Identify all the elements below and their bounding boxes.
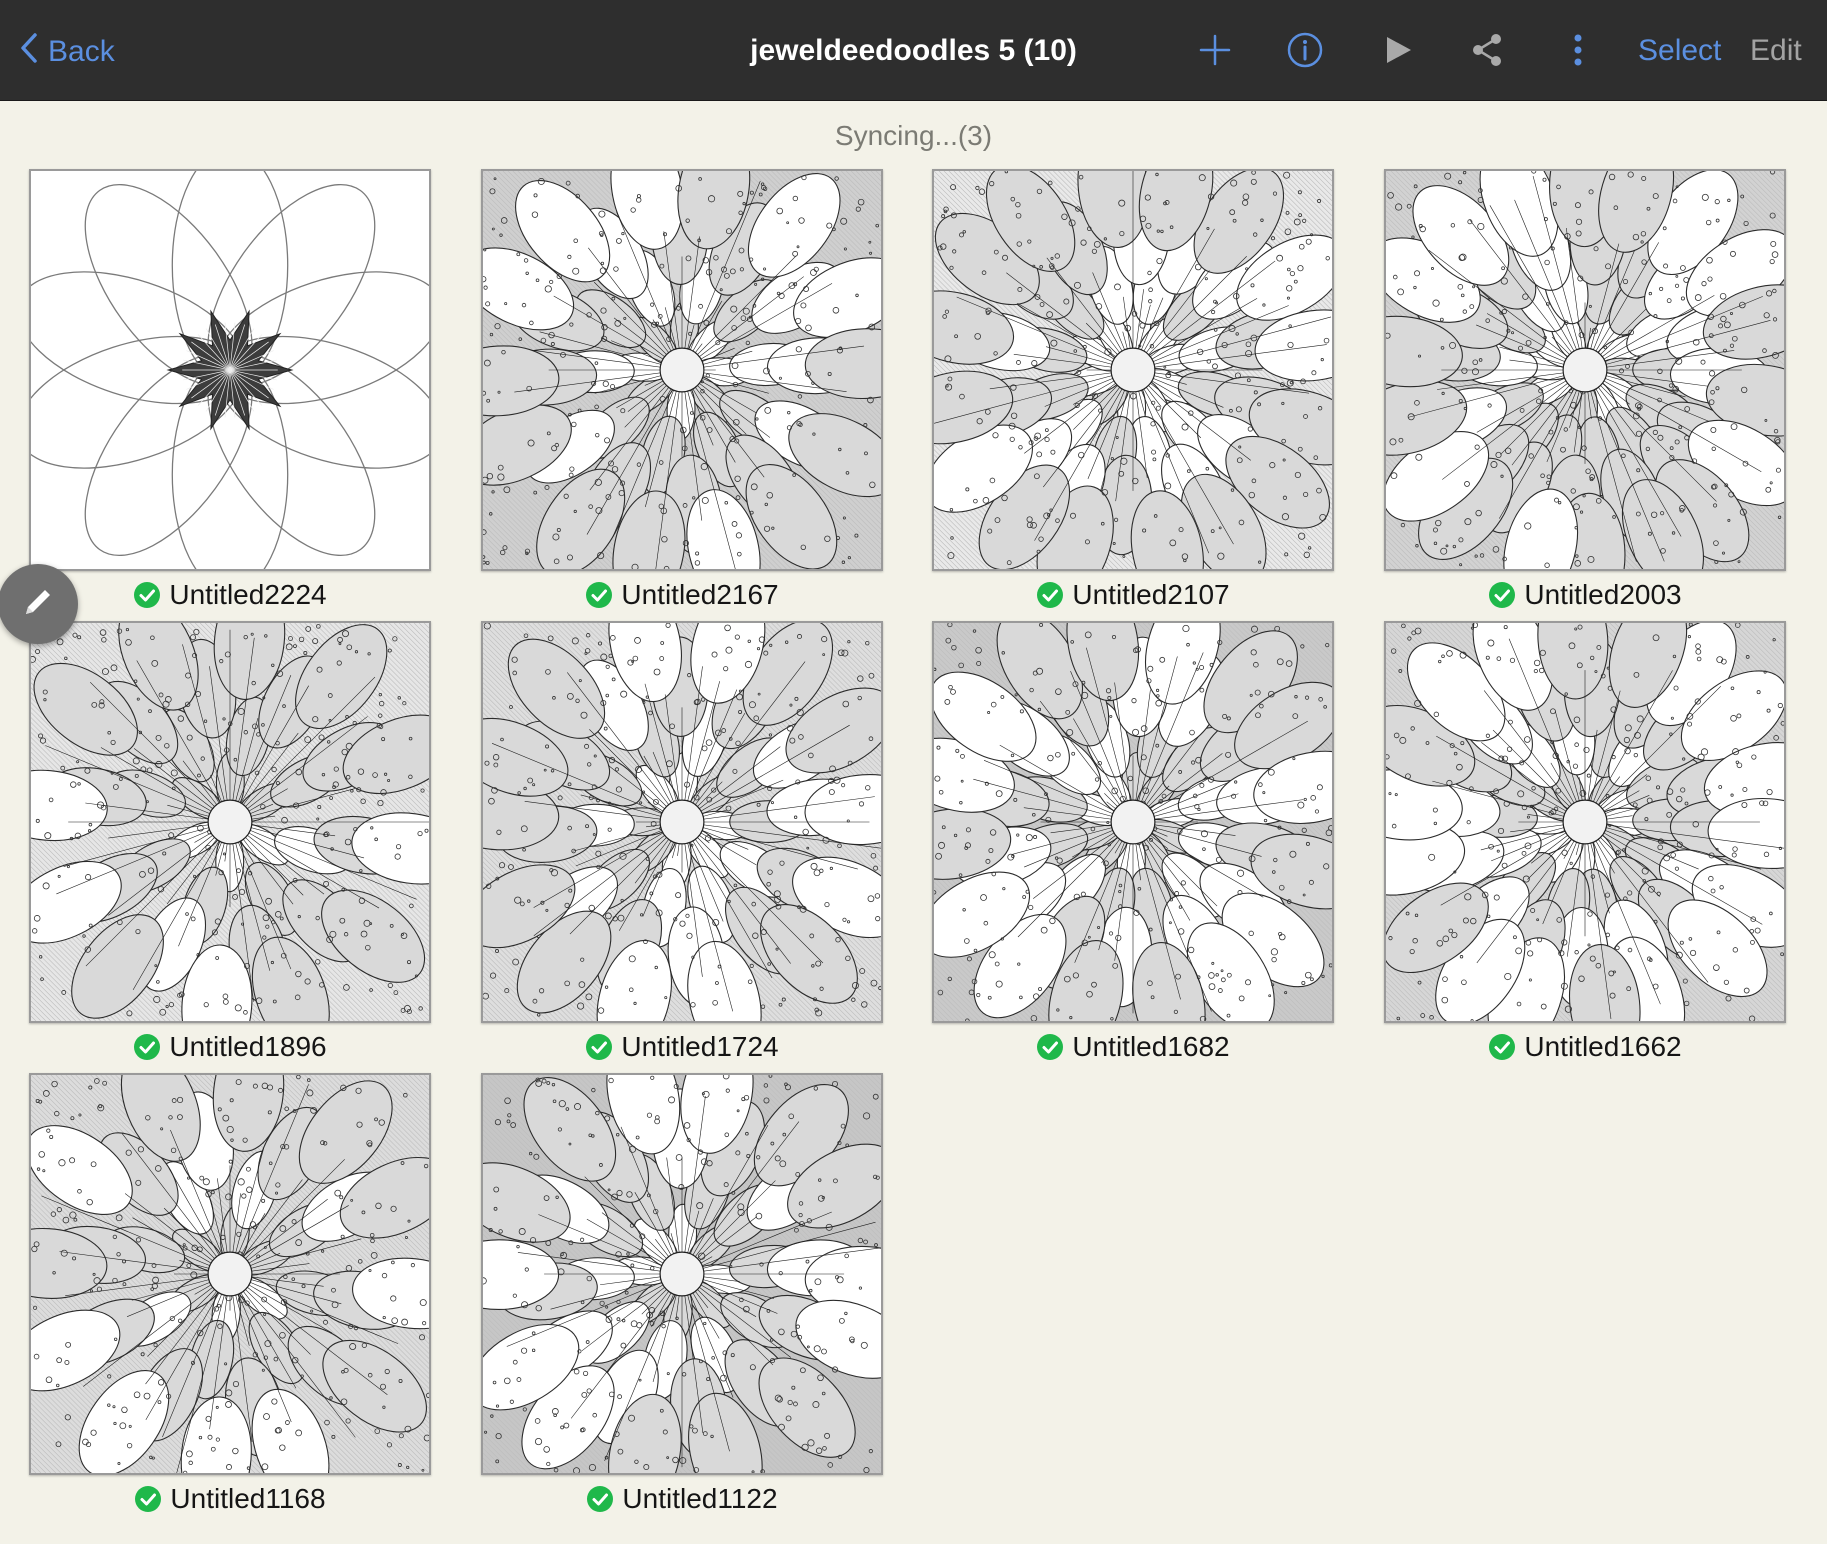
check-circle-icon [133, 581, 161, 609]
gallery-item[interactable]: Untitled1168 [29, 1073, 431, 1517]
info-button[interactable] [1283, 30, 1327, 74]
item-label: Untitled2167 [621, 579, 779, 610]
back-label: Back [48, 35, 115, 68]
check-circle-icon [1488, 581, 1516, 609]
draw-button[interactable] [0, 564, 78, 644]
play-button[interactable] [1376, 30, 1420, 74]
thumbnail-image[interactable] [481, 1073, 883, 1475]
thumbnail-image[interactable] [481, 169, 883, 571]
share-button[interactable] [1465, 30, 1509, 74]
item-label: Untitled2224 [169, 579, 327, 610]
gallery-item[interactable]: Untitled1682 [932, 621, 1334, 1065]
gallery-item[interactable]: Untitled1662 [1384, 621, 1786, 1065]
add-button[interactable] [1193, 30, 1237, 74]
thumbnail-image[interactable] [1384, 621, 1786, 1023]
thumbnail-image[interactable] [29, 169, 431, 571]
sync-status: Syncing...(3) [834, 120, 993, 151]
item-caption: Untitled1896 [29, 1029, 431, 1065]
thumbnail-image[interactable] [1384, 169, 1786, 571]
info-icon [1285, 30, 1325, 75]
pencil-icon [18, 582, 58, 627]
check-circle-icon [1488, 1033, 1516, 1061]
item-label: Untitled2107 [1072, 579, 1230, 610]
plus-icon [1195, 30, 1235, 75]
share-icon [1467, 30, 1507, 75]
item-caption: Untitled1168 [29, 1481, 431, 1517]
item-caption: Untitled1122 [481, 1481, 883, 1517]
item-label: Untitled1896 [169, 1031, 327, 1062]
gallery-item[interactable]: Untitled1122 [481, 1073, 883, 1517]
item-caption: Untitled2003 [1384, 577, 1786, 613]
item-label: Untitled1168 [170, 1483, 326, 1514]
item-caption: Untitled1724 [481, 1029, 883, 1065]
item-caption: Untitled1662 [1384, 1029, 1786, 1065]
item-label: Untitled1682 [1072, 1031, 1230, 1062]
gallery-item[interactable]: Untitled1724 [481, 621, 883, 1065]
check-circle-icon [133, 1033, 161, 1061]
back-button[interactable]: Back [18, 30, 115, 74]
check-circle-icon [1036, 581, 1064, 609]
chevron-left-icon [18, 31, 40, 73]
item-label: Untitled1662 [1524, 1031, 1682, 1062]
gallery-item[interactable]: Untitled2167 [481, 169, 883, 613]
item-label: Untitled1724 [621, 1031, 779, 1062]
check-circle-icon [585, 581, 613, 609]
album-title: jeweldeedoodles 5 (10) [750, 34, 1077, 67]
more-vertical-icon [1558, 30, 1598, 75]
play-icon [1378, 30, 1418, 75]
check-circle-icon [586, 1485, 614, 1513]
check-circle-icon [585, 1033, 613, 1061]
item-caption: Untitled2167 [481, 577, 883, 613]
check-circle-icon [134, 1485, 162, 1513]
top-bar: Back jeweldeedoodles 5 (10) Select Edit [0, 0, 1827, 101]
gallery-item[interactable]: Untitled1896 [29, 621, 431, 1065]
item-caption: Untitled1682 [932, 1029, 1334, 1065]
thumbnail-image[interactable] [932, 621, 1334, 1023]
edit-button[interactable]: Edit [1750, 34, 1802, 68]
gallery-item[interactable]: Untitled2003 [1384, 169, 1786, 613]
item-caption: Untitled2224 [29, 577, 431, 613]
check-circle-icon [1036, 1033, 1064, 1061]
thumbnail-image[interactable] [29, 621, 431, 1023]
more-button[interactable] [1556, 30, 1600, 74]
thumbnail-image[interactable] [29, 1073, 431, 1475]
item-label: Untitled1122 [622, 1483, 778, 1514]
item-label: Untitled2003 [1524, 579, 1682, 610]
gallery-item[interactable]: Untitled2224 [29, 169, 431, 613]
thumbnail-image[interactable] [481, 621, 883, 1023]
item-caption: Untitled2107 [932, 577, 1334, 613]
select-button[interactable]: Select [1638, 34, 1721, 68]
gallery-item[interactable]: Untitled2107 [932, 169, 1334, 613]
thumbnail-image[interactable] [932, 169, 1334, 571]
